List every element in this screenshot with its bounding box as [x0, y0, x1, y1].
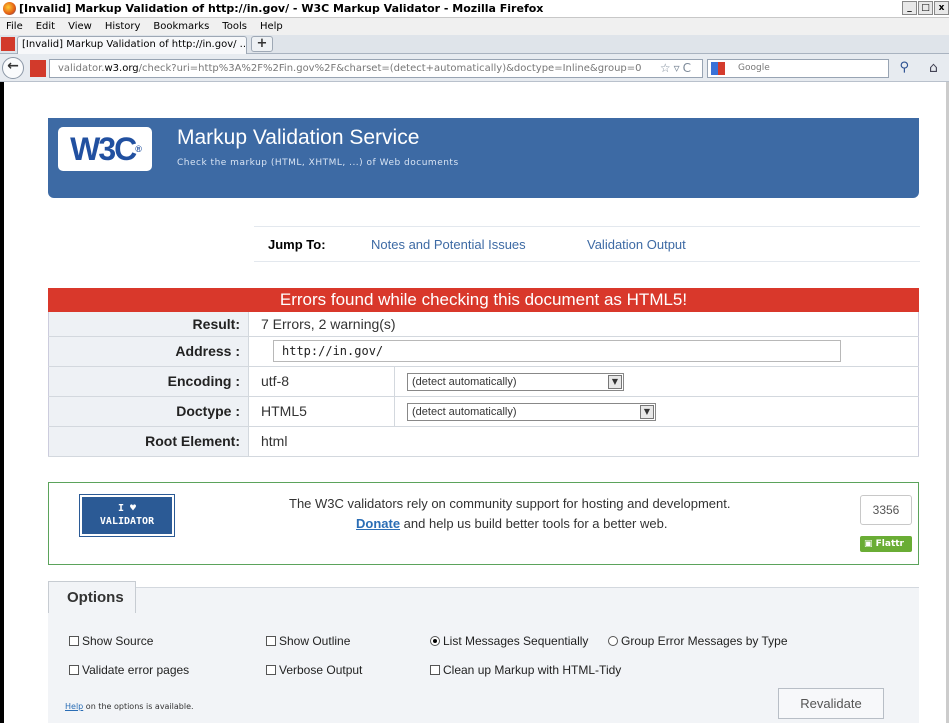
w3c-logo[interactable]: W3C®	[58, 127, 152, 171]
page-content: W3C® Markup Validation Service Check the…	[0, 82, 949, 723]
close-button[interactable]: x	[934, 1, 949, 15]
donate-text: The W3C validators rely on community sup…	[289, 496, 731, 511]
encoding-row: Encoding : utf-8 (detect automatically) ▼	[48, 366, 919, 397]
menu-history[interactable]: History	[105, 21, 141, 32]
tab-validator[interactable]: [Invalid] Markup Validation of http://in…	[17, 36, 247, 54]
show-outline-option[interactable]: Show Outline	[266, 634, 350, 648]
encoding-select[interactable]: (detect automatically) ▼	[407, 372, 624, 391]
result-table: Result: 7 Errors, 2 warning(s) Address :…	[48, 312, 919, 457]
menu-view[interactable]: View	[68, 21, 92, 32]
menu-help[interactable]: Help	[260, 21, 283, 32]
options-help-text: Help on the options is available.	[65, 702, 194, 711]
cleanup-tidy-checkbox[interactable]	[430, 665, 440, 675]
flattr-count: 3356	[860, 495, 912, 525]
show-source-checkbox[interactable]	[69, 636, 79, 646]
menu-file[interactable]: File	[6, 21, 23, 32]
flattr-button[interactable]: ▣ Flattr	[860, 536, 912, 552]
donate-link[interactable]: Donate	[356, 516, 400, 531]
result-label: Result:	[48, 312, 249, 337]
donate-box: I ♥ VALIDATOR The W3C validators rely on…	[48, 482, 919, 565]
result-row: Result: 7 Errors, 2 warning(s)	[48, 312, 919, 337]
doctype-row: Doctype : HTML5 (detect automatically) ▼	[48, 396, 919, 427]
url-bar[interactable]: validator.w3.org/check?uri=http%3A%2F%2F…	[30, 59, 703, 78]
doctype-select[interactable]: (detect automatically) ▼	[407, 402, 656, 421]
error-heading: Errors found while checking this documen…	[48, 288, 919, 312]
menu-tools[interactable]: Tools	[222, 21, 247, 32]
group-by-type-option[interactable]: Group Error Messages by Type	[608, 634, 788, 648]
window-titlebar: [Invalid] Markup Validation of http://in…	[0, 0, 949, 18]
validator-banner: W3C® Markup Validation Service Check the…	[48, 118, 919, 198]
show-outline-checkbox[interactable]	[266, 636, 276, 646]
navigation-bar: ← validator.w3.org/check?uri=http%3A%2F%…	[0, 54, 949, 82]
jump-to-bar: Jump To: Notes and Potential Issues Vali…	[254, 226, 920, 262]
donate-text-2: Donate and help us build better tools fo…	[356, 516, 668, 531]
revalidate-button[interactable]: Revalidate	[778, 688, 884, 719]
dropdown-arrow-icon[interactable]: ▼	[640, 404, 654, 419]
tab-label: [Invalid] Markup Validation of http://in…	[22, 39, 247, 50]
encoding-value: utf-8	[261, 366, 395, 396]
jump-to-label: Jump To:	[268, 237, 326, 252]
firefox-icon	[3, 2, 16, 15]
back-button[interactable]: ←	[2, 57, 24, 79]
verbose-output-option[interactable]: Verbose Output	[266, 663, 362, 677]
minimize-button[interactable]: _	[902, 1, 917, 15]
root-element-row: Root Element: html	[48, 426, 919, 457]
result-value: 7 Errors, 2 warning(s)	[248, 312, 919, 337]
tab-bar: [Invalid] Markup Validation of http://in…	[0, 35, 949, 54]
url-text: validator.w3.org/check?uri=http%3A%2F%2F…	[58, 63, 642, 74]
search-icon[interactable]: ⚲	[899, 60, 909, 75]
bookmark-star-icon[interactable]: ☆▿C	[660, 61, 694, 75]
root-element-label: Root Element:	[48, 426, 249, 457]
i-love-validator-badge[interactable]: I ♥ VALIDATOR	[79, 494, 175, 537]
help-link[interactable]: Help	[65, 702, 83, 711]
options-panel: Options Show Source Show Outline List Me…	[48, 581, 919, 723]
doctype-value: HTML5	[261, 396, 395, 426]
dropdown-arrow-icon[interactable]: ▼	[608, 374, 622, 389]
menu-edit[interactable]: Edit	[36, 21, 55, 32]
window-title: [Invalid] Markup Validation of http://in…	[19, 2, 544, 15]
banner-subtitle: Check the markup (HTML, XHTML, ...) of W…	[177, 158, 459, 168]
search-bar[interactable]: Google ⚲	[707, 59, 909, 78]
verbose-output-checkbox[interactable]	[266, 665, 276, 675]
window-controls: _ □ x	[902, 1, 949, 15]
doctype-label: Doctype :	[48, 396, 249, 427]
root-element-value: html	[248, 426, 919, 457]
jump-output-link[interactable]: Validation Output	[587, 237, 686, 252]
options-title[interactable]: Options	[48, 581, 136, 613]
validate-error-pages-checkbox[interactable]	[69, 665, 79, 675]
list-sequential-option[interactable]: List Messages Sequentially	[430, 634, 588, 648]
flattr-icon: ▣	[864, 539, 876, 549]
encoding-label: Encoding :	[48, 366, 249, 397]
list-sequential-radio[interactable]	[430, 636, 440, 646]
back-arrow-icon: ←	[7, 58, 19, 74]
validate-error-pages-option[interactable]: Validate error pages	[69, 663, 189, 677]
address-input[interactable]: http://in.gov/	[273, 340, 841, 362]
address-row: Address : http://in.gov/	[48, 336, 919, 367]
home-icon[interactable]: ⌂	[929, 60, 938, 76]
menu-bar: File Edit View History Bookmarks Tools H…	[0, 18, 949, 35]
jump-notes-link[interactable]: Notes and Potential Issues	[371, 237, 526, 252]
google-engine-icon[interactable]	[711, 62, 725, 75]
address-label: Address :	[48, 336, 249, 367]
maximize-button[interactable]: □	[918, 1, 933, 15]
search-placeholder: Google	[738, 63, 770, 73]
menu-bookmarks[interactable]: Bookmarks	[153, 21, 209, 32]
banner-title: Markup Validation Service	[177, 126, 420, 149]
w3c-favicon-icon	[1, 37, 15, 51]
new-tab-button[interactable]: +	[251, 36, 273, 52]
group-by-type-radio[interactable]	[608, 636, 618, 646]
cleanup-tidy-option[interactable]: Clean up Markup with HTML-Tidy	[430, 663, 621, 677]
site-identity-icon[interactable]	[30, 60, 46, 77]
show-source-option[interactable]: Show Source	[69, 634, 153, 648]
